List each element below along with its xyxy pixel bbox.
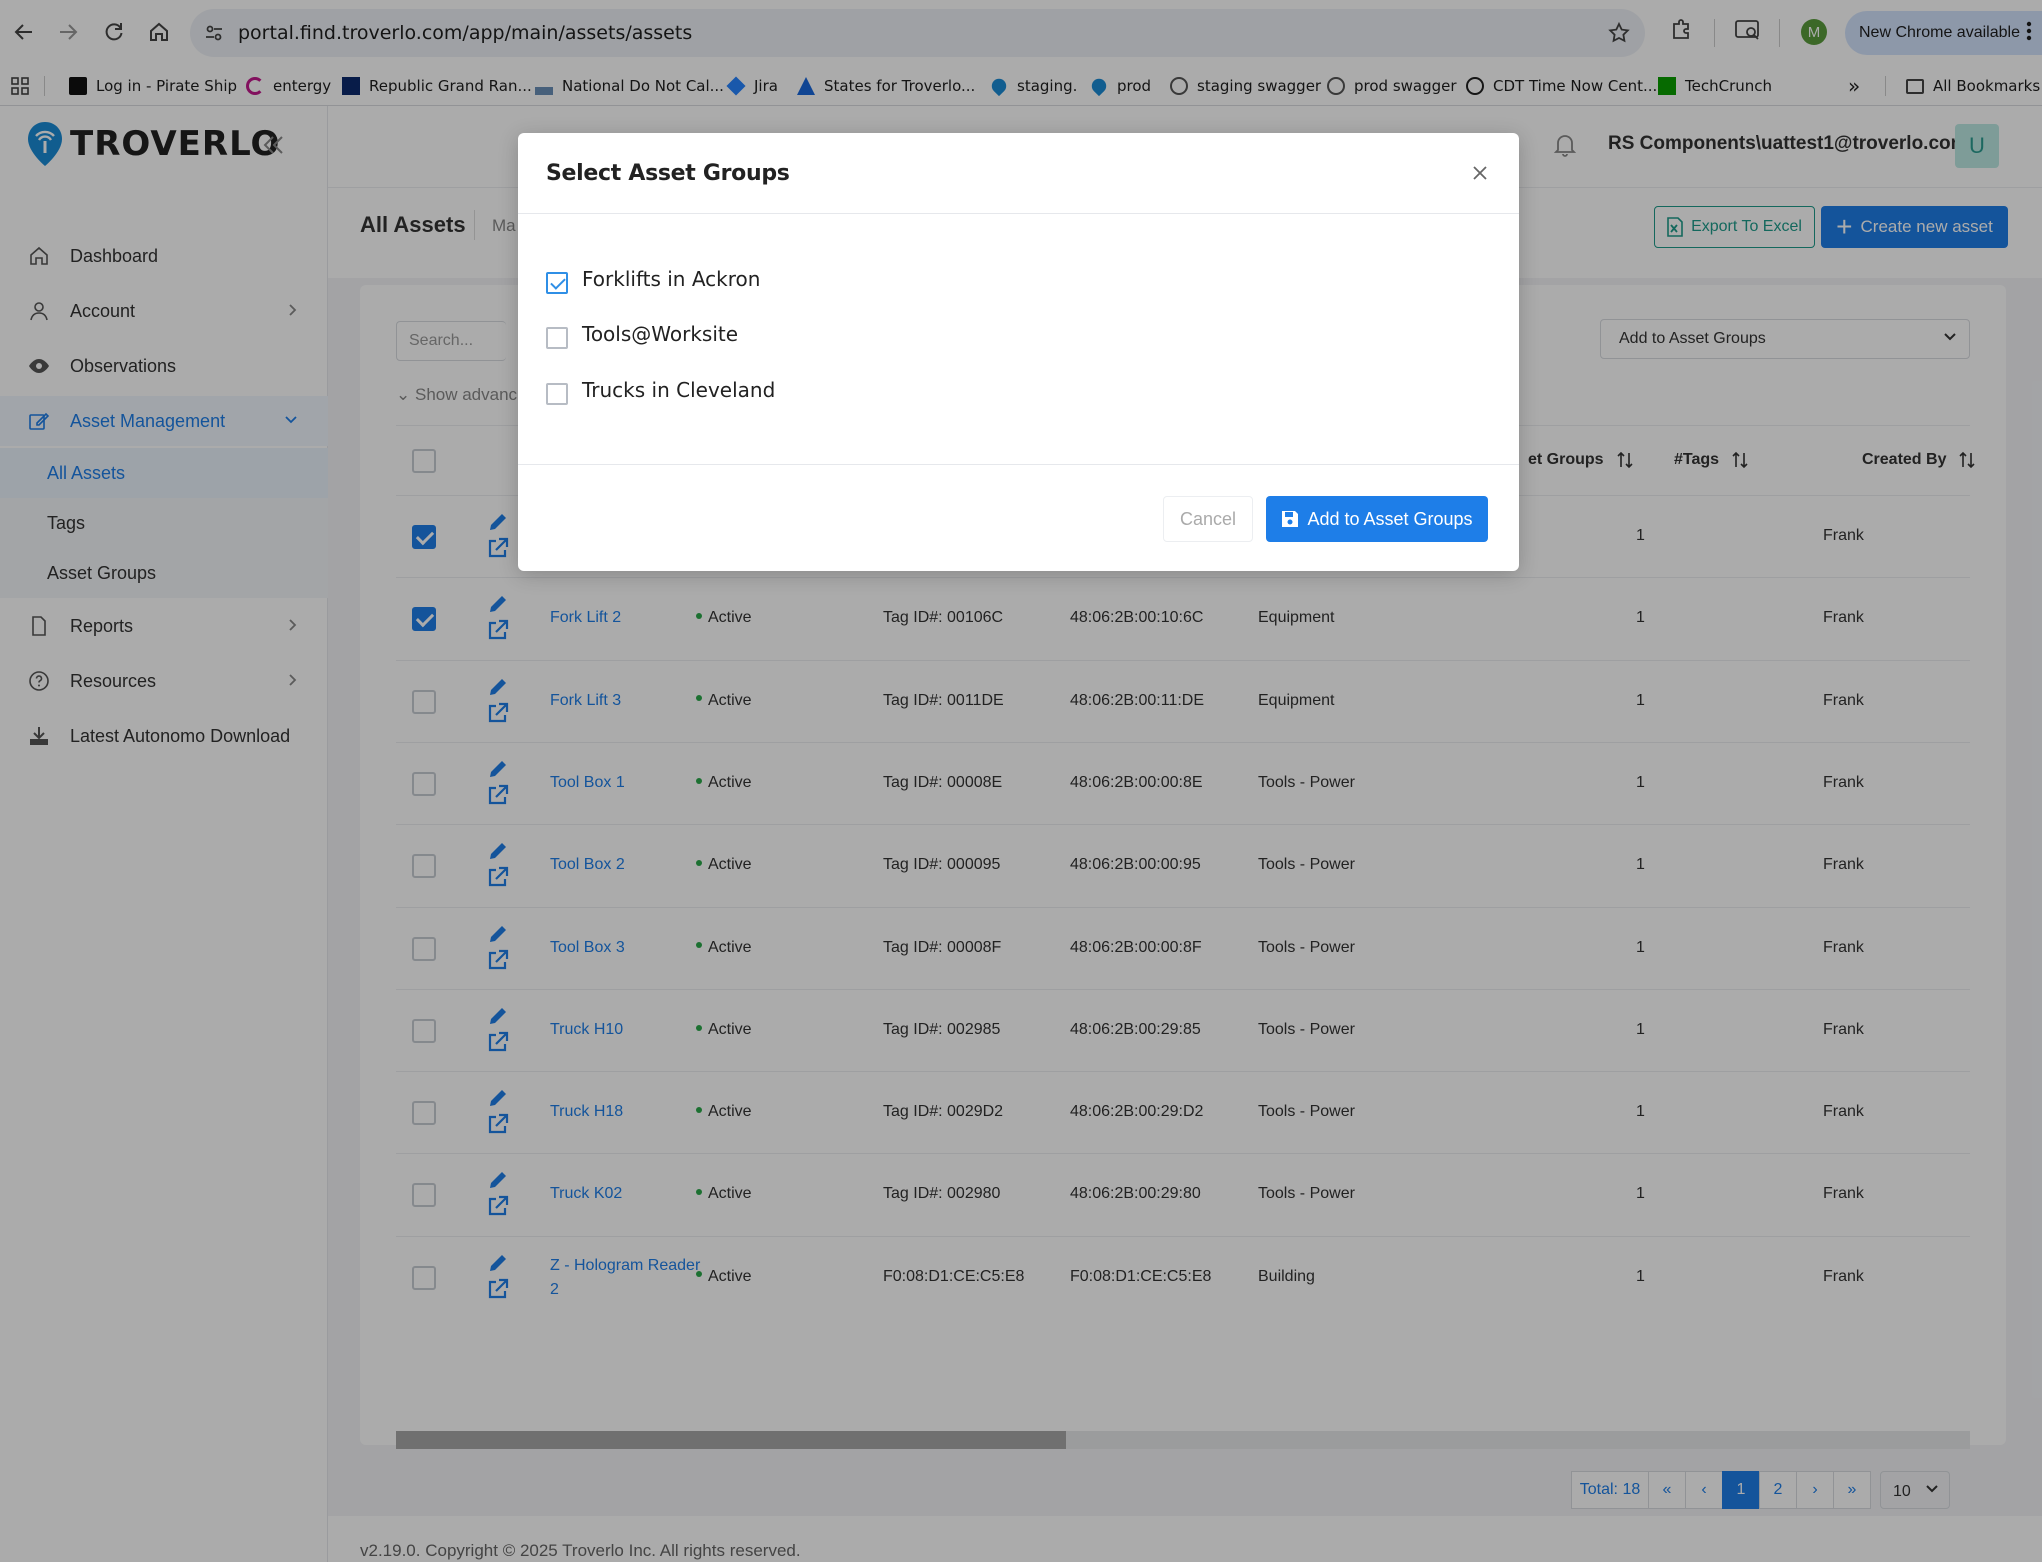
select-asset-groups-modal: Select Asset Groups Forklifts in Ackron … xyxy=(518,133,1519,571)
cancel-button[interactable]: Cancel xyxy=(1163,496,1253,542)
modal-title: Select Asset Groups xyxy=(546,161,790,186)
checkbox[interactable] xyxy=(546,327,568,349)
modal-footer: Cancel Add to Asset Groups xyxy=(518,464,1519,571)
asset-group-option-tools[interactable]: Tools@Worksite xyxy=(546,318,738,350)
checkbox[interactable] xyxy=(546,383,568,405)
asset-group-option-forklifts[interactable]: Forklifts in Ackron xyxy=(546,263,760,295)
checkbox[interactable] xyxy=(546,272,568,294)
modal-header: Select Asset Groups xyxy=(518,133,1519,214)
save-icon xyxy=(1282,511,1299,527)
add-to-asset-groups-button[interactable]: Add to Asset Groups xyxy=(1266,496,1488,542)
close-icon[interactable] xyxy=(1472,165,1488,181)
asset-group-option-trucks[interactable]: Trucks in Cleveland xyxy=(546,374,775,406)
